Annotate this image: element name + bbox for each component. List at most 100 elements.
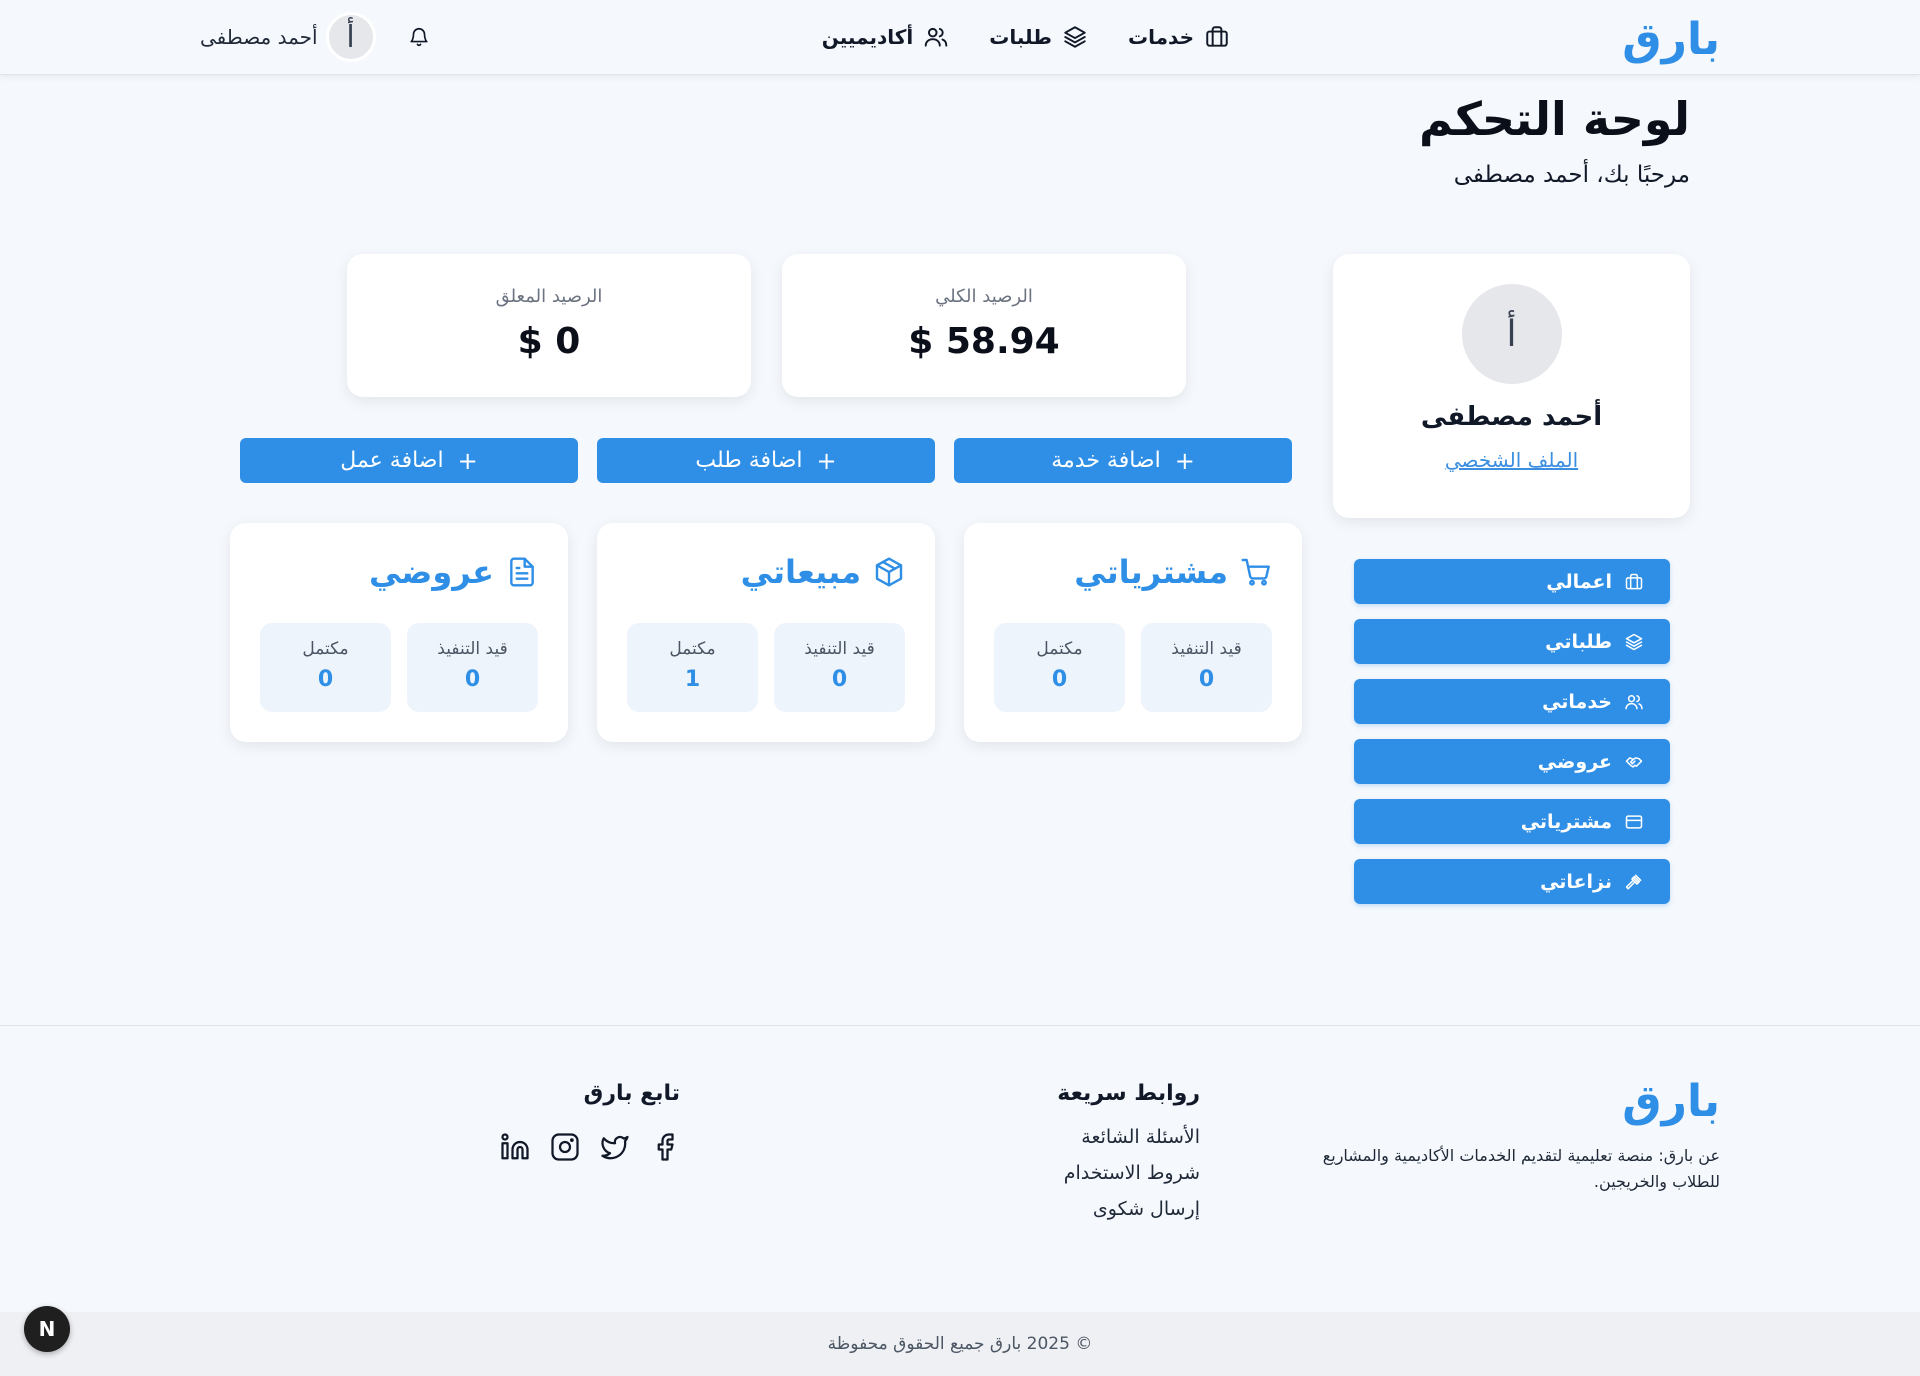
stat-label: قيد التنفيذ [804, 639, 875, 659]
stat-value: 0 [1198, 667, 1215, 692]
sales-card-header: مبيعاتي [741, 553, 905, 591]
gavel-icon [1624, 872, 1644, 892]
footer-about: عن بارق: منصة تعليمية لتقديم الخدمات الأ… [1322, 1146, 1720, 1191]
briefcase-icon [1204, 24, 1230, 50]
follow-title: تابع بارق [583, 1081, 680, 1106]
top-navbar: بارق خدمات طلبات أكاديميين أ أحمد مصطفى [0, 0, 1920, 75]
profile-card: أ أحمد مصطفى الملف الشخصي [1333, 254, 1690, 518]
plus-icon: + [457, 446, 478, 475]
copyright-text: © 2025 بارق جميع الحقوق محفوظة [827, 1334, 1093, 1354]
offers-in-progress: قيد التنفيذ 0 [407, 623, 538, 712]
user-name: أحمد مصطفى [200, 25, 318, 49]
briefcase-icon [1624, 572, 1644, 592]
side-menu-my-disputes[interactable]: نزاعاتي [1354, 859, 1670, 904]
users-icon [923, 24, 949, 50]
nav-item-academics[interactable]: أكاديميين [822, 24, 950, 50]
side-menu-my-services[interactable]: خدماتي [1354, 679, 1670, 724]
nav-item-label: طلبات [989, 25, 1053, 49]
purchases-title: مشترياتي [1074, 553, 1228, 591]
package-icon [873, 556, 905, 588]
sales-in-progress: قيد التنفيذ 0 [774, 623, 905, 712]
stat-label: مكتمل [302, 639, 349, 659]
page-title: لوحة التحكم [1419, 92, 1690, 146]
add-work-button[interactable]: + اضافة عمل [240, 438, 578, 483]
stat-label: قيد التنفيذ [1171, 639, 1242, 659]
layers-icon [1624, 632, 1644, 652]
side-menu-my-offers[interactable]: عروضي [1354, 739, 1670, 784]
document-icon [506, 556, 538, 588]
sales-card[interactable]: مبيعاتي قيد التنفيذ 0 مكتمل 1 [597, 523, 935, 742]
nav-item-label: أكاديميين [821, 25, 914, 49]
sales-completed: مكتمل 1 [627, 623, 758, 712]
stat-label: مكتمل [1036, 639, 1083, 659]
cart-icon [1240, 556, 1272, 588]
social-links [500, 1132, 680, 1162]
profile-link[interactable]: الملف الشخصي [1445, 448, 1578, 472]
users-icon [1624, 692, 1644, 712]
total-balance-card: الرصيد الكلي $ 58.94 [782, 254, 1186, 397]
side-menu-label: نزاعاتي [1540, 870, 1612, 893]
stat-label: مكتمل [669, 639, 716, 659]
total-balance-value: $ 58.94 [908, 321, 1060, 362]
user-menu[interactable]: أ أحمد مصطفى [200, 12, 376, 62]
nav-item-services[interactable]: خدمات [1128, 24, 1230, 50]
notifications-button[interactable] [408, 26, 460, 48]
profile-avatar: أ [1461, 284, 1562, 384]
pending-balance-label: الرصيد المعلق [495, 286, 603, 307]
handshake-icon [1624, 752, 1644, 772]
dev-tools-badge[interactable]: N [24, 1306, 70, 1352]
purchases-card-header: مشترياتي [1074, 553, 1272, 591]
side-menu-my-requests[interactable]: طلباتي [1354, 619, 1670, 664]
stat-value: 0 [1051, 667, 1068, 692]
purchases-card[interactable]: مشترياتي قيد التنفيذ 0 مكتمل 0 [964, 523, 1302, 742]
side-menu: اعمالي طلباتي خدماتي عروضي مشترياتي نزاع… [1354, 559, 1670, 904]
add-service-button[interactable]: + اضافة خدمة [954, 438, 1292, 483]
offers-card-header: عروضي [369, 553, 538, 591]
side-menu-label: خدماتي [1542, 690, 1612, 713]
copyright-bar: © 2025 بارق جميع الحقوق محفوظة [0, 1312, 1920, 1376]
footer-link-terms[interactable]: شروط الاستخدام [1064, 1162, 1200, 1184]
add-request-label: اضافة طلب [695, 448, 803, 473]
avatar[interactable]: أ [325, 12, 376, 62]
offers-title: عروضي [369, 553, 494, 591]
layers-icon [1062, 24, 1088, 50]
linkedin-icon[interactable] [500, 1132, 530, 1162]
profile-name: أحمد مصطفى [1420, 402, 1603, 432]
side-menu-label: طلباتي [1545, 630, 1612, 653]
footer-link-faq[interactable]: الأسئلة الشائعة [1064, 1126, 1200, 1148]
welcome-text: مرحبًا بك، أحمد مصطفى [1453, 162, 1690, 188]
plus-icon: + [816, 446, 837, 475]
twitter-icon[interactable] [600, 1132, 630, 1162]
footer-link-complaint[interactable]: إرسال شكوى [1064, 1198, 1200, 1220]
bell-icon [408, 26, 460, 48]
offers-card[interactable]: عروضي قيد التنفيذ 0 مكتمل 0 [230, 523, 568, 742]
offers-completed: مكتمل 0 [260, 623, 391, 712]
stat-value: 0 [831, 667, 848, 692]
footer-brand[interactable]: بارق [1622, 1076, 1720, 1127]
add-service-label: اضافة خدمة [1051, 448, 1161, 473]
side-menu-label: اعمالي [1546, 570, 1612, 593]
stat-label: قيد التنفيذ [437, 639, 508, 659]
purchases-in-progress: قيد التنفيذ 0 [1141, 623, 1272, 712]
brand-logo[interactable]: بارق [1622, 14, 1720, 65]
nav-item-label: خدمات [1128, 25, 1194, 49]
quick-links: الأسئلة الشائعة شروط الاستخدام إرسال شكو… [1064, 1126, 1200, 1220]
side-menu-my-purchases[interactable]: مشترياتي [1354, 799, 1670, 844]
total-balance-label: الرصيد الكلي [935, 286, 1033, 307]
plus-icon: + [1174, 446, 1195, 475]
side-menu-label: مشترياتي [1520, 810, 1612, 833]
facebook-icon[interactable] [650, 1132, 680, 1162]
main-nav: خدمات طلبات أكاديميين [822, 24, 1230, 50]
stat-value: 1 [684, 667, 701, 692]
pending-balance-value: $ 0 [517, 321, 581, 362]
instagram-icon[interactable] [550, 1132, 580, 1162]
pending-balance-card: الرصيد المعلق $ 0 [347, 254, 751, 397]
stat-value: 0 [464, 667, 481, 692]
side-menu-label: عروضي [1537, 750, 1612, 773]
credit-card-icon [1624, 812, 1644, 832]
add-work-label: اضافة عمل [340, 448, 444, 473]
nav-item-requests[interactable]: طلبات [989, 24, 1088, 50]
add-request-button[interactable]: + اضافة طلب [597, 438, 935, 483]
side-menu-my-works[interactable]: اعمالي [1354, 559, 1670, 604]
sales-title: مبيعاتي [740, 553, 861, 591]
